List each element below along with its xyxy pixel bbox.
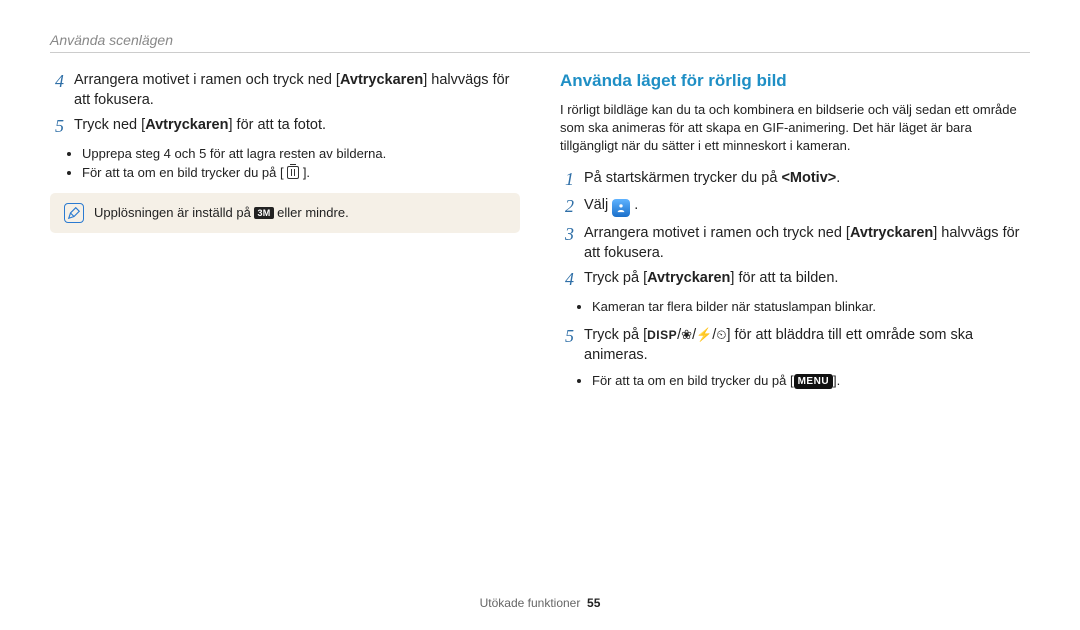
text: ] för att ta bilden. [730,270,838,286]
text: Upplösningen är inställd på [94,205,254,220]
step-text: Arrangera motivet i ramen och tryck ned … [584,224,1030,263]
step-number: 2 [560,196,574,218]
right-column: Använda läget för rörlig bild I rörligt … [560,71,1030,401]
page-footer: Utökade funktioner 55 [0,596,1080,610]
text: . [634,197,638,213]
section-intro: I rörligt bildläge kan du ta och kombine… [560,101,1030,155]
bullet-item: Kameran tar flera bilder när statuslampa… [592,297,1030,317]
step-text: Tryck på [DISP/❀/⚡/⏲] för att bläddra ti… [584,326,1030,365]
footer-label: Utökade funktioner [480,596,581,610]
bullet-item: Upprepa steg 4 och 5 för att lagra reste… [82,144,520,164]
trash-icon [287,166,299,179]
bold-term: Avtryckaren [647,270,730,286]
text: För att ta om en bild trycker du på [ [82,165,287,180]
text: Arrangera motivet i ramen och tryck ned … [74,72,340,88]
menu-button-icon: MENU [794,374,833,389]
text: Tryck på [ [584,327,647,343]
info-note: Upplösningen är inställd på 3M eller min… [50,193,520,233]
text: På startskärmen trycker du på [584,170,781,186]
step-number: 5 [50,116,64,138]
header-rule [50,52,1030,53]
step-sub-bullets: Upprepa steg 4 och 5 för att lagra reste… [82,144,520,183]
left-column: 4 Arrangera motivet i ramen och tryck ne… [50,71,520,401]
step-text: Arrangera motivet i ramen och tryck ned … [74,71,520,110]
step-number: 1 [560,169,574,191]
resolution-3m-icon: 3M [254,207,273,219]
flash-bolt-icon: ⚡ [696,327,712,342]
step-2: 2 Välj . [560,196,1030,218]
disp-button-icon: DISP [647,328,677,342]
text: Arrangera motivet i ramen och tryck ned … [584,225,850,241]
step-5: 5 Tryck på [DISP/❀/⚡/⏲] för att bläddra … [560,326,1030,365]
bold-term: Avtryckaren [340,72,423,88]
text: ]. [833,373,840,388]
text: ]. [299,165,310,180]
step-4: 4 Arrangera motivet i ramen och tryck ne… [50,71,520,110]
macro-flower-icon: ❀ [681,327,692,342]
section-title: Använda läget för rörlig bild [560,71,1030,91]
page-section-header: Använda scenlägen [50,32,1030,48]
note-pencil-icon [64,203,84,223]
step-number: 4 [50,71,64,93]
step-text: Tryck ned [Avtryckaren] för att ta fotot… [74,116,326,136]
text: eller mindre. [274,205,349,220]
step-number: 5 [560,326,574,348]
step-text: På startskärmen trycker du på <Motiv>. [584,169,840,189]
step-5: 5 Tryck ned [Avtryckaren] för att ta fot… [50,116,520,138]
step-1: 1 På startskärmen trycker du på <Motiv>. [560,169,1030,191]
note-text: Upplösningen är inställd på 3M eller min… [94,205,349,220]
step-sub-bullets: Kameran tar flera bilder när statuslampa… [592,297,1030,317]
step-text: Välj . [584,196,638,217]
bold-term: Avtryckaren [850,225,933,241]
moving-photo-mode-icon [612,199,630,217]
step-number: 3 [560,224,574,246]
text: . [836,170,840,186]
bullet-item: För att ta om en bild trycker du på [ ]. [82,163,520,183]
two-column-layout: 4 Arrangera motivet i ramen och tryck ne… [50,71,1030,401]
step-number: 4 [560,269,574,291]
text: Tryck ned [ [74,117,145,133]
bold-term: <Motiv> [781,170,836,186]
step-sub-bullets: För att ta om en bild trycker du på [MEN… [592,371,1030,391]
text: Välj [584,197,612,213]
bullet-item: För att ta om en bild trycker du på [MEN… [592,371,1030,391]
page-number: 55 [587,596,600,610]
self-timer-icon: ⏲ [716,327,726,342]
step-4: 4 Tryck på [Avtryckaren] för att ta bild… [560,269,1030,291]
bold-term: Avtryckaren [145,117,228,133]
text: För att ta om en bild trycker du på [ [592,373,794,388]
text: ] för att ta fotot. [228,117,326,133]
step-3: 3 Arrangera motivet i ramen och tryck ne… [560,224,1030,263]
text: Tryck på [ [584,270,647,286]
step-text: Tryck på [Avtryckaren] för att ta bilden… [584,269,838,289]
